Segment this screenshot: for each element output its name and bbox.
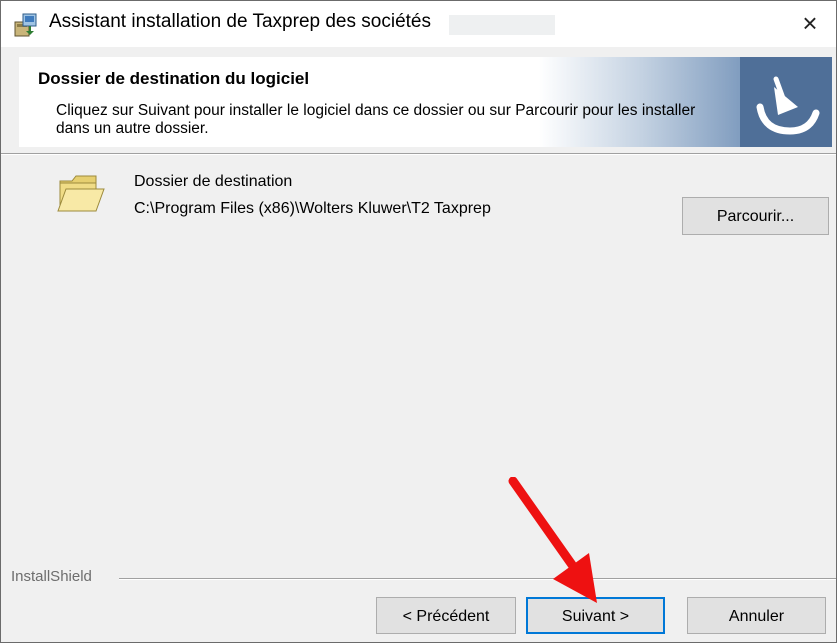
destination-folder-label: Dossier de destination bbox=[134, 173, 293, 190]
browse-button[interactable]: Parcourir... bbox=[682, 197, 829, 235]
folder-icon bbox=[57, 175, 105, 212]
banner-title: Dossier de destination du logiciel bbox=[38, 69, 310, 88]
title-redacted-area bbox=[449, 15, 555, 35]
footer-divider bbox=[119, 578, 836, 580]
installer-dialog: Assistant installation de Taxprep des so… bbox=[0, 0, 837, 643]
destination-folder-path: C:\Program Files (x86)\Wolters Kluwer\T2… bbox=[134, 200, 491, 217]
title-bar: Assistant installation de Taxprep des so… bbox=[1, 1, 836, 47]
close-button[interactable]: × bbox=[784, 1, 836, 47]
red-arrow-annotation bbox=[508, 477, 597, 603]
header-banner: Dossier de destination du logiciel Cliqu… bbox=[19, 57, 832, 147]
installer-package-icon bbox=[14, 13, 37, 37]
banner-description: Cliquez sur Suivant pour installer le lo… bbox=[56, 102, 696, 137]
taxprep-logo-icon bbox=[740, 57, 832, 147]
banner-divider bbox=[1, 153, 836, 155]
window-title: Assistant installation de Taxprep des so… bbox=[49, 11, 431, 32]
cancel-button[interactable]: Annuler bbox=[687, 597, 826, 634]
installshield-label: InstallShield bbox=[11, 568, 92, 585]
back-button[interactable]: < Précédent bbox=[376, 597, 516, 634]
